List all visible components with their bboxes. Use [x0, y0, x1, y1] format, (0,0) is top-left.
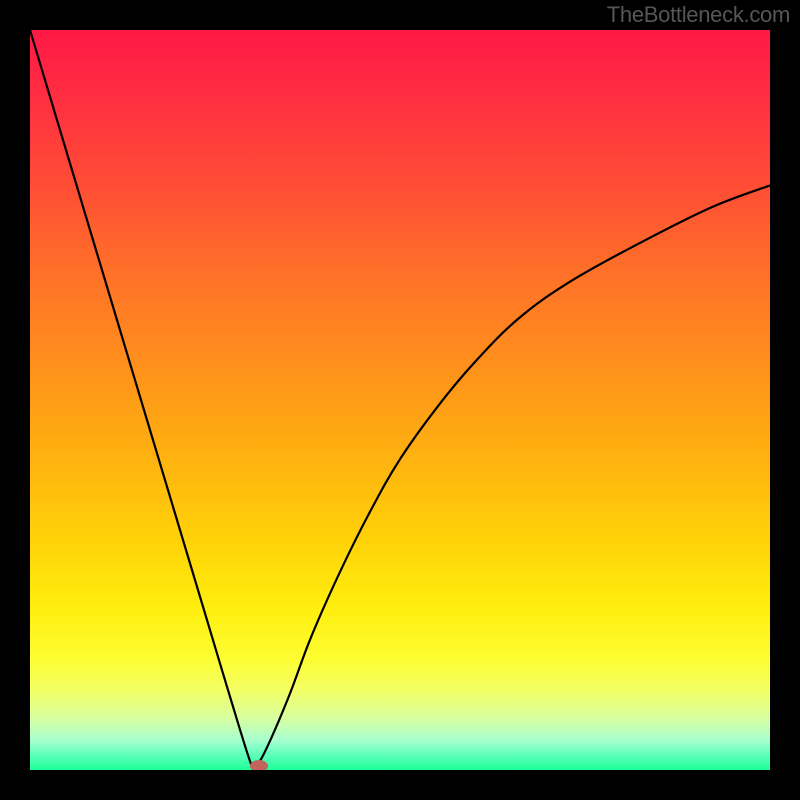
chart-container: TheBottleneck.com: [0, 0, 800, 800]
watermark: TheBottleneck.com: [607, 2, 790, 28]
plot-area: [30, 30, 770, 770]
optimal-point-marker: [250, 760, 268, 770]
bottleneck-gradient: [30, 30, 770, 770]
